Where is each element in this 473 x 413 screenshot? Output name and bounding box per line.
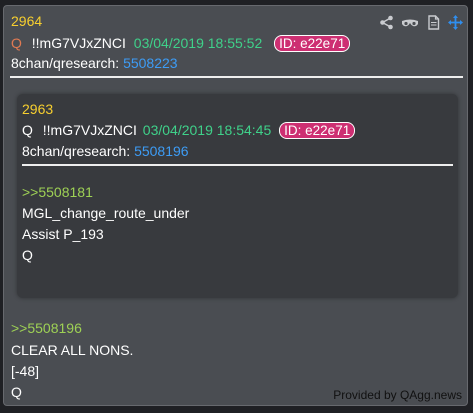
quoted-id-badge[interactable]: ID: e22e71 bbox=[279, 122, 356, 139]
post-toolbar bbox=[379, 14, 463, 30]
quoted-post-header: Q !!mG7VJxZNCI 03/04/2019 18:54:45 ID: e… bbox=[22, 122, 356, 139]
share-icon[interactable] bbox=[379, 15, 394, 30]
body-line-2: [-48] bbox=[11, 363, 40, 379]
post-card: 2964 Q !!mG7VJxZNCI 03/04/2019 18:55:52 … bbox=[3, 5, 468, 406]
post-timestamp: 03/04/2019 18:55:52 bbox=[133, 35, 263, 51]
board-label: 8chan/qresearch: bbox=[11, 55, 120, 71]
quoted-q-glyph: Q bbox=[22, 122, 33, 138]
post-number: 2964 bbox=[11, 13, 43, 29]
quoted-timestamp: 03/04/2019 18:54:45 bbox=[142, 122, 272, 138]
reply-link[interactable]: >>5508196 bbox=[11, 320, 82, 337]
quoted-tripcode: !!mG7VJxZNCI bbox=[42, 122, 137, 138]
quoted-post-link[interactable]: 5508196 bbox=[134, 143, 189, 159]
quoted-divider bbox=[22, 164, 453, 166]
quoted-reply-link[interactable]: >>5508181 bbox=[22, 184, 93, 201]
body-line-1: CLEAR ALL NONS. bbox=[11, 342, 134, 358]
move-icon[interactable] bbox=[448, 14, 463, 30]
quoted-body-line-1: MGL_change_route_under bbox=[22, 205, 190, 221]
credit-text: Provided by QAgg.news bbox=[333, 388, 462, 402]
post-source: 8chan/qresearch: 5508223 bbox=[11, 55, 178, 72]
header-divider bbox=[10, 76, 463, 78]
post-header: Q !!mG7VJxZNCI 03/04/2019 18:55:52 ID: e… bbox=[11, 35, 351, 52]
quoted-body-line-3: Q bbox=[22, 247, 33, 263]
document-icon[interactable] bbox=[426, 14, 441, 30]
q-glyph: Q bbox=[11, 35, 22, 51]
tripcode: !!mG7VJxZNCI bbox=[31, 35, 126, 51]
quoted-body-line-2: Assist P_193 bbox=[22, 226, 104, 242]
body-line-3: Q bbox=[11, 384, 22, 400]
quoted-board-label: 8chan/qresearch: bbox=[22, 143, 131, 159]
quoted-post: 2963 Q !!mG7VJxZNCI 03/04/2019 18:54:45 … bbox=[17, 94, 458, 298]
glasses-icon[interactable] bbox=[401, 15, 419, 30]
post-link[interactable]: 5508223 bbox=[123, 55, 178, 71]
id-badge[interactable]: ID: e22e71 bbox=[274, 35, 351, 52]
quoted-post-number: 2963 bbox=[22, 101, 54, 117]
quoted-post-source: 8chan/qresearch: 5508196 bbox=[22, 143, 189, 160]
